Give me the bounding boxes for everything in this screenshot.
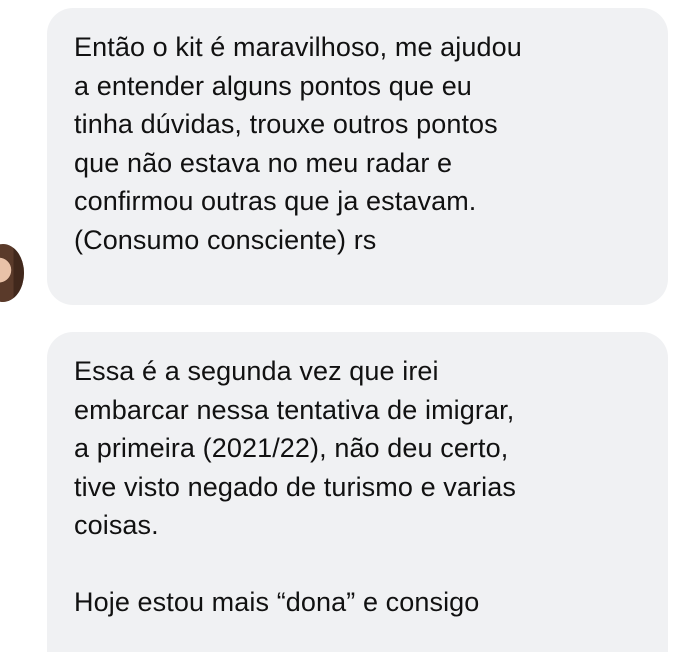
sender-avatar[interactable] [0,244,24,302]
message-line: Hoje estou mais “dona” e consigo [74,587,480,617]
message-line: Então o kit é maravilhoso, me ajudou [74,32,522,62]
message-line: confirmou outras que ja estavam. [74,186,477,216]
message-line: a primeira (2021/22), não deu certo, [74,433,509,463]
message-line: tinha dúvidas, trouxe outros pontos [74,109,498,139]
message-line: a entender alguns pontos que eu [74,70,472,101]
avatar-photo-icon [0,244,24,302]
message-bubble[interactable]: Então o kit é maravilhoso, me ajudou a e… [47,8,668,305]
message-bubble[interactable]: Essa é a segunda vez que irei embarcar n… [47,332,668,652]
chat-thread: Então o kit é maravilhoso, me ajudou a e… [0,0,680,652]
message-line: que não estava no meu radar e [74,147,453,178]
message-line: embarcar nessa tentativa de imigrar, [74,394,515,425]
message-line: (Consumo consciente) rs [74,224,377,255]
message-line: tive visto negado de turismo e varias [74,471,516,502]
message-line: coisas. [74,510,159,540]
message-line: Essa é a segunda vez que irei [74,356,439,386]
